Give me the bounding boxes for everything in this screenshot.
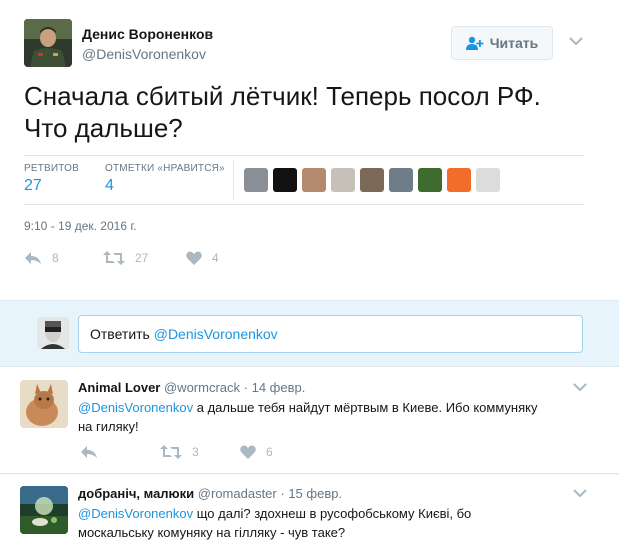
- liker-avatar[interactable]: [331, 168, 355, 192]
- liker-avatar[interactable]: [302, 168, 326, 192]
- chevron-down-icon[interactable]: [569, 36, 583, 46]
- liker-avatar[interactable]: [476, 168, 500, 192]
- retweets-value: 27: [24, 177, 42, 194]
- likers-avatars: [244, 168, 505, 192]
- tweet-timestamp[interactable]: 9:10 - 19 дек. 2016 г.: [24, 219, 137, 233]
- tweet-text: Сначала сбитый лётчик! Теперь посол РФ. …: [24, 80, 594, 144]
- reply-text-line-2: москальську комуняку на гілляку - чув та…: [78, 525, 346, 540]
- reply-text-line-2: на гиляку!: [78, 419, 139, 434]
- reply-date[interactable]: 14 февр.: [252, 380, 306, 395]
- reply-tweet[interactable]: добраніч, малюки @romadaster · 15 февр. …: [0, 475, 619, 544]
- chevron-down-icon[interactable]: [573, 488, 587, 498]
- retweet-icon: [160, 445, 182, 459]
- reply-header: добраніч, малюки @romadaster · 15 февр.: [78, 486, 342, 501]
- reply-author-name[interactable]: добраніч, малюки: [78, 486, 194, 501]
- reply-author-avatar[interactable]: [20, 486, 68, 534]
- author-avatar[interactable]: [24, 19, 72, 67]
- reply-separator: ·: [243, 380, 252, 395]
- liker-avatar[interactable]: [389, 168, 413, 192]
- retweet-count: 27: [135, 251, 149, 265]
- reply-text-line-1: @DenisVoronenkov а дальше тебя найдут мё…: [78, 398, 598, 417]
- like-count: 6: [266, 445, 273, 459]
- liker-avatar[interactable]: [244, 168, 268, 192]
- stat-separator: [233, 160, 234, 200]
- liker-avatar[interactable]: [447, 168, 471, 192]
- reply-prefix: Ответить: [90, 326, 154, 342]
- like-count: 4: [212, 251, 219, 265]
- reply-composer: Ответить @DenisVoronenkov: [0, 300, 619, 367]
- retweet-action[interactable]: 3: [160, 445, 199, 459]
- tweet-text-line-1: Сначала сбитый лётчик! Теперь посол РФ.: [24, 81, 541, 111]
- reply-tweet[interactable]: Animal Lover @wormcrack · 14 февр. @Deni…: [0, 367, 619, 474]
- heart-icon: [186, 251, 202, 265]
- tweet-text-line-2: Что дальше?: [24, 113, 183, 143]
- reply-text-line-1: @DenisVoronenkov що далі? здохнеш в русо…: [78, 504, 598, 523]
- add-user-icon: [465, 36, 484, 50]
- reply-author-name[interactable]: Animal Lover: [78, 380, 160, 395]
- reply-action[interactable]: [80, 445, 98, 459]
- retweet-action[interactable]: 27: [103, 251, 148, 265]
- likes-stat[interactable]: ОТМЕТКИ «НРАВИТСЯ» 4: [105, 163, 225, 195]
- retweets-label: РЕТВИТОВ: [24, 163, 80, 174]
- likes-value: 4: [105, 177, 114, 194]
- follow-label: Читать: [489, 35, 539, 51]
- author-handle[interactable]: @DenisVoronenkov: [82, 46, 206, 62]
- reply-header: Animal Lover @wormcrack · 14 февр.: [78, 380, 305, 395]
- likes-label: ОТМЕТКИ «НРАВИТСЯ»: [105, 163, 225, 174]
- follow-button[interactable]: Читать: [451, 26, 553, 60]
- reply-text-part: а дальше тебя найдут мёртвым в Киеве. Иб…: [193, 400, 538, 415]
- reply-count: 8: [52, 251, 59, 265]
- reply-mention-link[interactable]: @DenisVoronenkov: [78, 400, 193, 415]
- retweets-stat[interactable]: РЕТВИТОВ 27: [24, 163, 79, 195]
- divider: [24, 204, 584, 205]
- reply-author-avatar[interactable]: [20, 380, 68, 428]
- heart-icon: [240, 445, 256, 459]
- retweet-icon: [103, 251, 125, 265]
- reply-text: @DenisVoronenkov що далі? здохнеш в русо…: [78, 504, 598, 542]
- author-name[interactable]: Денис Вороненков: [82, 26, 213, 42]
- current-user-avatar: [37, 317, 69, 349]
- reply-action[interactable]: 8: [24, 251, 59, 265]
- main-tweet: Денис Вороненков @DenisVoronenkov Читать…: [0, 0, 619, 300]
- reply-text: @DenisVoronenkov а дальше тебя найдут мё…: [78, 398, 598, 436]
- reply-author-handle[interactable]: @romadaster: [198, 486, 277, 501]
- chevron-down-icon[interactable]: [573, 382, 587, 392]
- reply-icon: [81, 446, 97, 458]
- reply-mention: @DenisVoronenkov: [153, 326, 278, 342]
- reply-date[interactable]: 15 февр.: [288, 486, 342, 501]
- like-action[interactable]: 6: [240, 445, 273, 459]
- like-action[interactable]: 4: [186, 251, 219, 265]
- reply-mention-link[interactable]: @DenisVoronenkov: [78, 506, 193, 521]
- liker-avatar[interactable]: [360, 168, 384, 192]
- retweet-count: 3: [192, 445, 199, 459]
- reply-author-handle[interactable]: @wormcrack: [164, 380, 240, 395]
- reply-text-part: що далі? здохнеш в русофобському Києві, …: [193, 506, 472, 521]
- reply-input[interactable]: Ответить @DenisVoronenkov: [78, 315, 583, 353]
- reply-icon: [25, 252, 41, 264]
- liker-avatar[interactable]: [418, 168, 442, 192]
- divider: [24, 155, 584, 156]
- liker-avatar[interactable]: [273, 168, 297, 192]
